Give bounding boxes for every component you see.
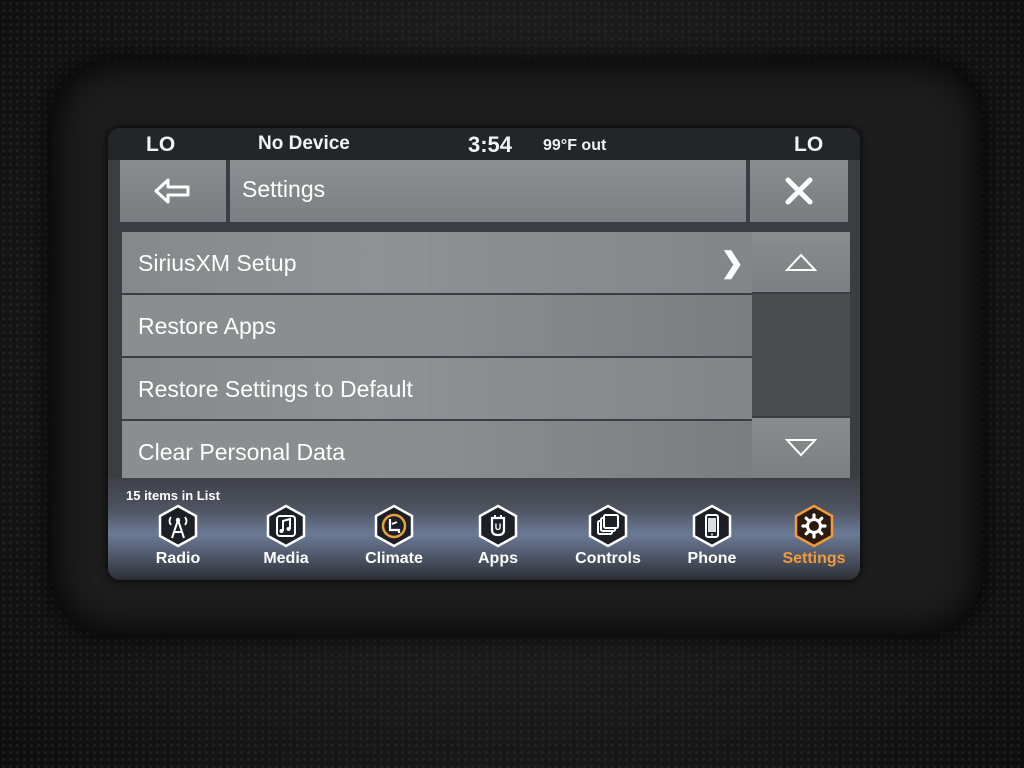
clock: 3:54 [468,132,513,157]
music-note-icon [266,504,306,548]
list-item-clear-personal-data[interactable]: Clear Personal Data [122,421,752,482]
nav-label: Radio [155,550,201,567]
list-item-label: Restore Settings to Default [138,376,413,402]
scroll-track[interactable] [752,294,850,416]
list-count: 15 items in List [126,488,220,503]
title-bar: Settings [120,160,848,222]
settings-list: SiriusXM Setup ❯ Restore Apps Restore Se… [122,232,752,484]
climate-seat-icon [374,504,414,548]
gear-icon [794,504,834,548]
close-button[interactable] [750,160,848,222]
nav-label: Phone [687,550,737,567]
list-item-label: Restore Apps [138,313,277,339]
phone-icon [692,504,732,548]
radio-tower-icon [158,504,198,548]
back-button[interactable] [120,160,226,222]
page-title: Settings [242,176,326,202]
chevron-right-icon: ❯ [720,247,744,278]
device-status: No Device [258,133,350,154]
left-temp-setting[interactable]: LO [146,133,175,157]
list-item-label: Clear Personal Data [138,439,346,465]
title-field: Settings [230,160,746,222]
list-item-label: SiriusXM Setup [138,250,297,276]
apps-icon: U [478,504,518,548]
list-item-restore-apps[interactable]: Restore Apps [122,295,752,356]
scroll-up-button[interactable] [752,232,850,292]
triangle-up-icon [785,253,817,271]
nav-climate[interactable]: Climate [344,504,444,574]
triangle-down-icon [785,439,817,457]
right-temp-setting[interactable]: LO [794,133,823,157]
outside-temperature: 99°F out [543,137,607,154]
back-arrow-icon [154,178,190,204]
nav-label: Controls [575,550,641,567]
scroll-down-button[interactable] [752,418,850,478]
svg-text:U: U [495,522,502,532]
nav-label: Media [263,550,309,567]
infotainment-screen: LO No Device 3:54 99°F out LO Settings S… [108,128,860,580]
close-icon [785,177,813,205]
controls-icon [588,504,628,548]
nav-label: Settings [782,550,846,567]
nav-radio[interactable]: Radio [128,504,228,574]
list-item-restore-settings[interactable]: Restore Settings to Default [122,358,752,419]
nav-media[interactable]: Media [236,504,336,574]
nav-label: Climate [365,550,423,567]
bottom-nav-bar: Radio Media Climate U Apps Controls Phon… [108,478,860,580]
nav-label: Apps [478,550,518,567]
nav-apps[interactable]: U Apps [448,504,548,574]
nav-phone[interactable]: Phone [662,504,762,574]
status-bar: LO No Device 3:54 99°F out LO [108,128,860,160]
nav-controls[interactable]: Controls [558,504,658,574]
list-item-siriusxm-setup[interactable]: SiriusXM Setup ❯ [122,232,752,293]
nav-settings[interactable]: Settings [764,504,860,574]
